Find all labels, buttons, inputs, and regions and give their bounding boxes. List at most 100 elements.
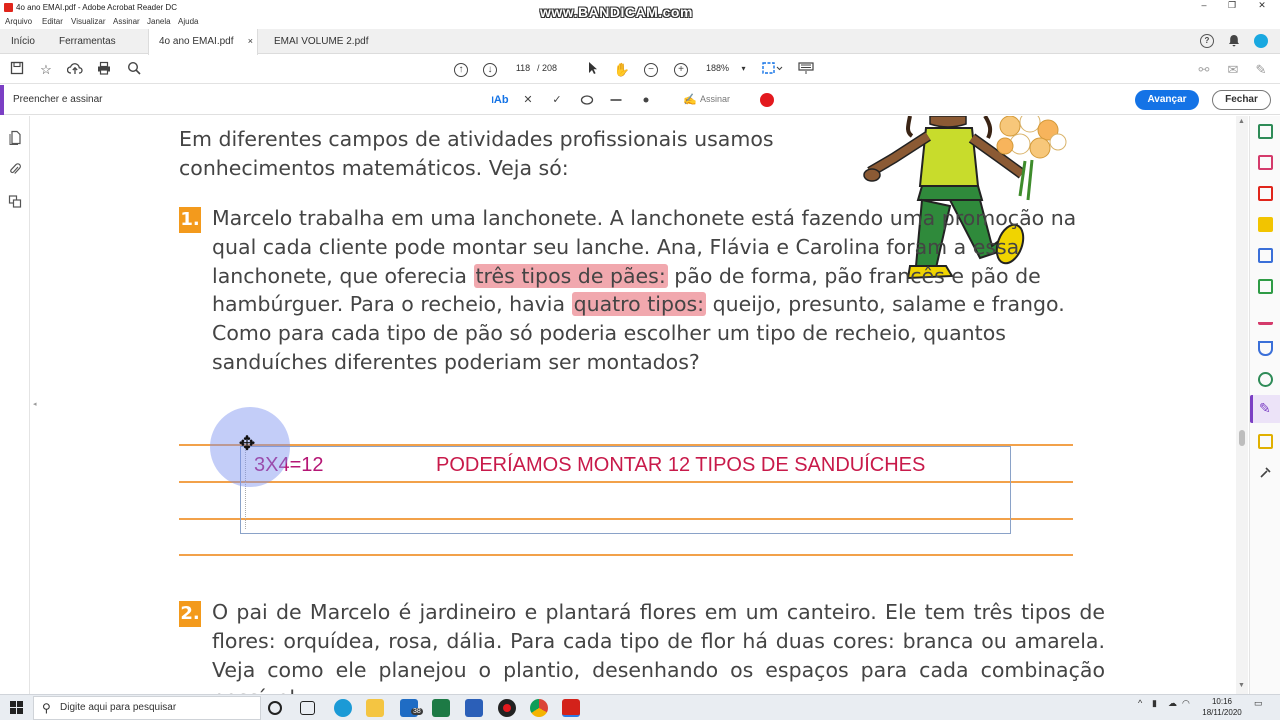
- record-color-icon[interactable]: [760, 93, 774, 107]
- combine-files-icon[interactable]: [1258, 248, 1273, 263]
- sign-pen-icon[interactable]: ✎: [1252, 61, 1270, 79]
- organize-pages-icon[interactable]: [1258, 155, 1273, 170]
- acrobat-icon: [4, 3, 13, 12]
- select-cursor-icon[interactable]: [584, 61, 602, 79]
- notifications-bell-icon[interactable]: [1227, 34, 1241, 48]
- keyboard-icon[interactable]: [797, 61, 815, 79]
- windows-taskbar: ⚲ Digite aqui para pesquisar 38 ^ ▮ ☁ ◠ …: [0, 694, 1280, 720]
- send-for-signature-icon[interactable]: [1258, 434, 1273, 449]
- question-2-number-badge: 2.: [179, 601, 201, 627]
- edit-pdf-icon[interactable]: [1258, 310, 1273, 325]
- document-viewport[interactable]: Em diferentes campos de atividades profi…: [42, 116, 1236, 694]
- hand-tool-icon[interactable]: ✋: [613, 61, 631, 79]
- attachments-paperclip-icon[interactable]: [8, 162, 22, 178]
- zoom-in-icon[interactable]: +: [674, 63, 688, 77]
- share-link-icon[interactable]: ⚯: [1195, 61, 1213, 79]
- menu-bar: Arquivo Editar Visualizar Assinar Janela…: [0, 15, 1280, 29]
- sign-label[interactable]: Assinar: [700, 94, 730, 104]
- onedrive-cloud-icon[interactable]: ☁: [1168, 698, 1177, 709]
- next-button[interactable]: Avançar: [1135, 90, 1199, 110]
- zoom-out-icon[interactable]: −: [644, 63, 658, 77]
- page-thumbnails-icon[interactable]: [8, 130, 22, 146]
- tab-4o-ano-emai[interactable]: 4o ano EMAI.pdf ×: [148, 29, 258, 55]
- bandicam-record-icon[interactable]: [498, 699, 516, 717]
- menu-assinar[interactable]: Assinar: [113, 17, 140, 26]
- layers-icon[interactable]: [8, 194, 22, 210]
- scroll-down-arrow-icon[interactable]: ▼: [1238, 682, 1245, 689]
- print-icon[interactable]: [95, 61, 113, 79]
- upload-cloud-icon[interactable]: [66, 61, 84, 79]
- tab-emai-volume-2[interactable]: EMAI VOLUME 2.pdf: [264, 29, 378, 54]
- circle-tool-icon[interactable]: [580, 92, 594, 108]
- bookmark-star-icon[interactable]: ☆: [37, 61, 55, 79]
- menu-arquivo[interactable]: Arquivo: [5, 17, 32, 26]
- close-fill-sign-button[interactable]: Fechar: [1212, 90, 1271, 110]
- help-icon[interactable]: ?: [1200, 34, 1214, 48]
- user-avatar[interactable]: [1254, 34, 1268, 48]
- sign-icon[interactable]: ✍: [682, 92, 698, 108]
- left-navigation-panel: [0, 116, 30, 694]
- minimize-button[interactable]: –: [1194, 0, 1214, 14]
- notification-center-icon[interactable]: ▭: [1254, 698, 1263, 709]
- word-icon[interactable]: [465, 699, 483, 717]
- excel-icon[interactable]: [432, 699, 450, 717]
- protect-shield-icon[interactable]: [1258, 341, 1273, 356]
- search-zoom-icon[interactable]: [125, 61, 143, 79]
- fit-page-icon[interactable]: [760, 61, 784, 79]
- windows-start-icon[interactable]: [10, 701, 24, 715]
- system-clock[interactable]: 10:16 18/11/2020: [1198, 696, 1246, 718]
- menu-janela[interactable]: Janela: [147, 17, 171, 26]
- add-text-tool[interactable]: IAb: [490, 92, 510, 108]
- task-view-icon[interactable]: [300, 701, 315, 715]
- edge-browser-icon[interactable]: [334, 699, 352, 717]
- vertical-scrollbar[interactable]: ▲ ▼: [1236, 116, 1248, 694]
- clock-time: 10:16: [1211, 697, 1233, 706]
- create-pdf-icon[interactable]: [1258, 186, 1273, 201]
- highlight-tres-tipos-de-paes[interactable]: três tipos de pães:: [473, 263, 668, 288]
- mail-icon[interactable]: 38: [400, 699, 423, 717]
- tray-expand-icon[interactable]: ^: [1138, 698, 1142, 708]
- optimize-icon[interactable]: [1258, 372, 1273, 387]
- fill-and-sign-active-tool[interactable]: ✎: [1250, 395, 1280, 423]
- menu-editar[interactable]: Editar: [42, 17, 63, 26]
- taskbar-search-input[interactable]: ⚲ Digite aqui para pesquisar: [33, 696, 261, 720]
- line-tool-icon[interactable]: [609, 92, 623, 108]
- comment-icon[interactable]: [1258, 217, 1273, 232]
- next-page-icon[interactable]: ↓: [483, 63, 497, 77]
- page-number-input[interactable]: 118: [511, 61, 535, 76]
- search-icon: ⚲: [42, 701, 51, 715]
- scroll-up-arrow-icon[interactable]: ▲: [1238, 118, 1245, 125]
- tab-ferramentas[interactable]: Ferramentas: [49, 29, 126, 54]
- maximize-button[interactable]: ❐: [1222, 0, 1242, 14]
- collapse-left-panel-icon[interactable]: ◂: [33, 400, 37, 408]
- cross-mark-tool[interactable]: ✕: [521, 92, 535, 108]
- question-1-text: Marcelo trabalha em uma lanchonete. A la…: [212, 204, 1092, 377]
- scrollbar-thumb[interactable]: [1239, 430, 1245, 446]
- checkmark-tool[interactable]: ✓: [550, 92, 564, 108]
- network-icon[interactable]: ▮: [1152, 698, 1157, 709]
- file-explorer-icon[interactable]: [366, 699, 384, 717]
- close-tab-icon[interactable]: ×: [248, 29, 253, 54]
- previous-page-icon[interactable]: ↑: [454, 63, 468, 77]
- close-window-button[interactable]: ✕: [1252, 0, 1272, 14]
- search-placeholder: Digite aqui para pesquisar: [60, 702, 177, 713]
- cortana-circle-icon[interactable]: [268, 701, 282, 715]
- title-bar: 4o ano EMAI.pdf - Adobe Acrobat Reader D…: [0, 0, 1280, 20]
- zoom-level-select[interactable]: 188% ▾: [700, 61, 746, 76]
- question-2-text: O pai de Marcelo é jardineiro e plantará…: [212, 600, 1105, 694]
- more-tools-icon[interactable]: [1258, 465, 1273, 480]
- excel-export-icon[interactable]: [1258, 279, 1273, 294]
- acrobat-taskbar-icon[interactable]: [562, 699, 580, 717]
- save-icon[interactable]: [8, 61, 26, 79]
- menu-ajuda[interactable]: Ajuda: [178, 17, 198, 26]
- dot-tool-icon[interactable]: [639, 92, 653, 108]
- email-icon[interactable]: ✉: [1224, 61, 1242, 79]
- export-pdf-icon[interactable]: [1258, 124, 1273, 139]
- chrome-icon[interactable]: [530, 699, 548, 717]
- wifi-icon[interactable]: ◠: [1182, 698, 1190, 709]
- tab-inicio[interactable]: Início: [1, 29, 45, 54]
- highlight-quatro-tipos[interactable]: quatro tipos:: [571, 292, 707, 317]
- answer-sentence[interactable]: PODERÍAMOS MONTAR 12 TIPOS DE SANDUÍCHES: [436, 454, 925, 477]
- menu-visualizar[interactable]: Visualizar: [71, 17, 106, 26]
- answer-line-4: [179, 554, 1073, 556]
